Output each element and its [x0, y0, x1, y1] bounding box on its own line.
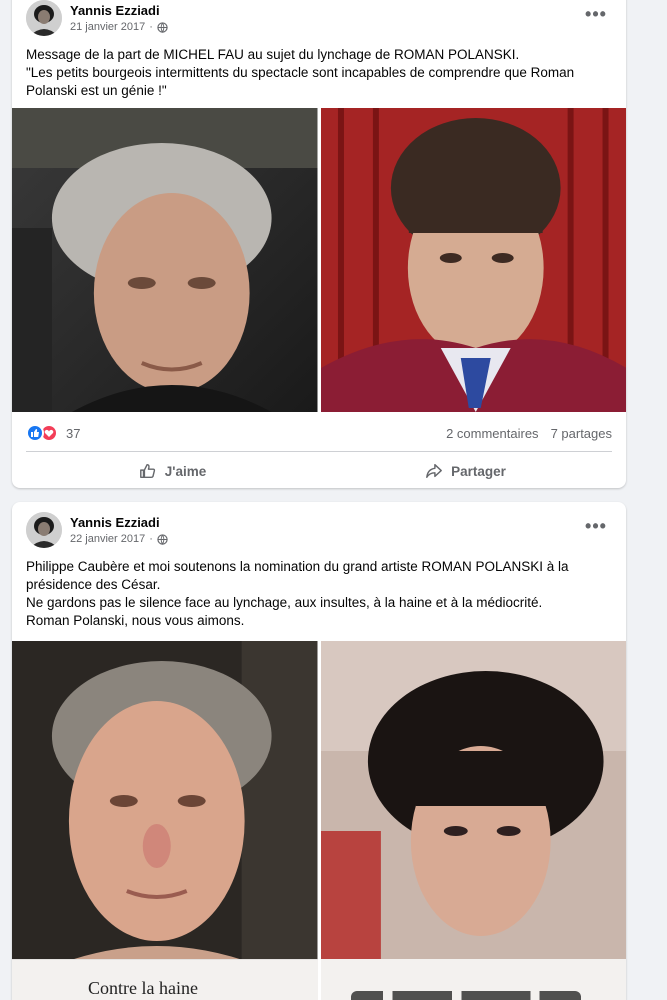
reaction-count: 37 — [66, 425, 81, 441]
post-text-line: "Les petits bourgeois intermittents du s… — [26, 65, 575, 80]
post-meta: 21 janvier 2017 · — [70, 21, 168, 33]
post-text-line: Ne gardons pas le silence face au lyncha… — [26, 595, 543, 610]
post-header: Yannis Ezziadi 22 janvier 2017 · ••• — [26, 512, 612, 552]
post-photo[interactable] — [320, 641, 626, 1000]
photo-grid — [12, 108, 626, 412]
share-label: Partager — [451, 463, 506, 479]
post-stats: 37 2 commentaires 7 partages — [26, 424, 612, 448]
post-text: Message de la part de MICHEL FAU au suje… — [26, 46, 612, 100]
avatar[interactable] — [26, 512, 62, 548]
engagement-counts: 2 commentaires 7 partages — [446, 426, 612, 441]
post-text: Philippe Caubère et moi soutenons la nom… — [26, 558, 612, 630]
post-text-line: Roman Polanski, nous vous aimons. — [26, 613, 245, 628]
post-date[interactable]: 21 janvier 2017 — [70, 21, 145, 33]
more-options-icon[interactable]: ••• — [582, 516, 610, 536]
page-scroll-area — [627, 0, 667, 1000]
share-arrow-icon — [426, 463, 443, 479]
author-name[interactable]: Yannis Ezziadi — [70, 3, 160, 18]
post-meta: 22 janvier 2017 · — [70, 533, 168, 545]
post-text-line: Polanski est un génie !" — [26, 83, 167, 98]
post-actions: J'aime Partager — [26, 454, 612, 488]
meta-separator: · — [149, 533, 153, 545]
post-text-line: Philippe Caubère et moi soutenons la nom… — [26, 559, 569, 574]
post-photo[interactable] — [12, 108, 318, 412]
more-options-icon[interactable]: ••• — [582, 4, 610, 24]
reactions-summary[interactable]: 37 — [26, 424, 80, 442]
meta-separator: · — [149, 21, 153, 33]
comments-count-link[interactable]: 2 commentaires — [446, 426, 538, 441]
photo-caption-card: Contre la haine — [12, 959, 318, 1000]
post-photo[interactable] — [320, 108, 626, 412]
photo-caption-card — [320, 959, 626, 1000]
globe-icon — [157, 21, 168, 33]
photo-caption: Contre la haine — [88, 978, 198, 998]
post-header: Yannis Ezziadi 21 janvier 2017 · ••• — [26, 0, 612, 40]
post-text-line: présidence des César. — [26, 577, 161, 592]
feed-post: Yannis Ezziadi 22 janvier 2017 · ••• Phi… — [12, 502, 626, 1000]
post-text-line: Message de la part de MICHEL FAU au suje… — [26, 47, 520, 62]
share-button[interactable]: Partager — [319, 454, 612, 488]
globe-icon — [157, 533, 168, 545]
like-reaction-icon — [26, 424, 44, 442]
post-photo[interactable]: Contre la haine — [12, 641, 318, 1000]
like-button[interactable]: J'aime — [26, 454, 319, 488]
author-name[interactable]: Yannis Ezziadi — [70, 515, 160, 530]
feed-post: Yannis Ezziadi 21 janvier 2017 · ••• Mes… — [12, 0, 626, 488]
photo-grid: Contre la haine — [12, 641, 626, 1000]
caption-handwriting — [350, 991, 581, 1000]
avatar[interactable] — [26, 0, 62, 36]
like-label: J'aime — [164, 463, 207, 479]
shares-count-link[interactable]: 7 partages — [551, 426, 612, 441]
thumbs-up-icon — [139, 463, 155, 479]
post-date[interactable]: 22 janvier 2017 — [70, 533, 145, 545]
divider — [26, 451, 612, 452]
